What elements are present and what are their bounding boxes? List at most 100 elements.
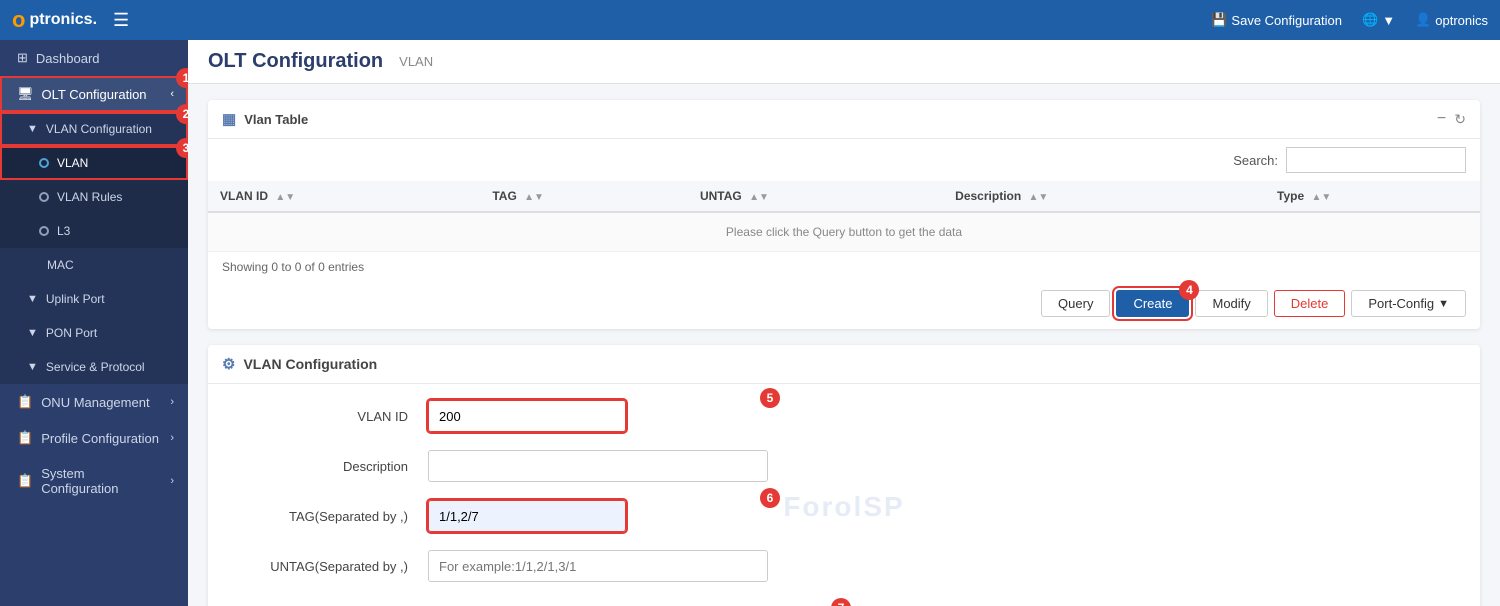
vlan-config-expand-icon: ▼	[27, 123, 38, 135]
sidebar-item-label: Service & Protocol	[46, 360, 145, 374]
entries-info: Showing 0 to 0 of 0 entries	[208, 252, 1480, 282]
logo: o ptronics.	[12, 7, 97, 33]
profile-icon: 📋	[17, 430, 33, 446]
vlan-table: VLAN ID ▲▼ TAG ▲▼ UNTAG ▲▼ Description ▲…	[208, 181, 1480, 252]
description-input[interactable]	[428, 450, 768, 482]
save-config-button[interactable]: 💾 Save Configuration	[1211, 12, 1342, 28]
col-untag[interactable]: UNTAG ▲▼	[688, 181, 943, 212]
col-description[interactable]: Description ▲▼	[943, 181, 1265, 212]
sidebar-item-vlan-config[interactable]: ▼ VLAN Configuration	[0, 112, 188, 146]
card-header-vlan-table: ▦ Vlan Table − ↻	[208, 100, 1480, 139]
sidebar: ⊞ Dashboard 🖥 OLT Configuration ‹ 1 ▼ VL…	[0, 40, 188, 606]
vlan-config-form-title: VLAN Configuration	[243, 356, 377, 372]
modify-button[interactable]: Modify	[1195, 290, 1267, 317]
globe-icon: 🌐	[1362, 12, 1378, 28]
vlan-dot-icon	[39, 158, 49, 168]
sort-icon: ▲▼	[1029, 192, 1049, 203]
no-data-message: Please click the Query button to get the…	[208, 212, 1480, 252]
col-type[interactable]: Type ▲▼	[1265, 181, 1480, 212]
badge-6: 6	[760, 488, 780, 508]
onu-icon: 📋	[17, 394, 33, 410]
card-header-right: − ↻	[1437, 110, 1466, 128]
sidebar-item-label: PON Port	[46, 326, 97, 340]
sidebar-item-pon-port[interactable]: ▼ PON Port	[0, 316, 188, 350]
vlan-config-icon: ⚙	[222, 355, 235, 373]
sidebar-item-label: VLAN	[57, 156, 88, 170]
sidebar-item-label: MAC	[47, 258, 74, 272]
globe-arrow: ▼	[1382, 13, 1395, 28]
sidebar-item-label: Uplink Port	[46, 292, 105, 306]
sidebar-item-olt-config[interactable]: 🖥 OLT Configuration ‹	[0, 76, 188, 112]
sidebar-item-l3[interactable]: L3	[0, 214, 188, 248]
sidebar-item-vlan-rules[interactable]: VLAN Rules	[0, 180, 188, 214]
sidebar-item-service-protocol[interactable]: ▼ Service & Protocol	[0, 350, 188, 384]
form-row-tag: TAG(Separated by ,) 6	[228, 500, 1460, 532]
menu-toggle-icon[interactable]: ☰	[113, 10, 129, 31]
badge-7: 7	[831, 598, 851, 606]
l3-dot-icon	[39, 226, 49, 236]
port-config-dropdown-icon: ▼	[1438, 298, 1449, 310]
vlan-table-card: ▦ Vlan Table − ↻ Search:	[208, 100, 1480, 329]
sidebar-item-uplink-port[interactable]: ▼ Uplink Port	[0, 282, 188, 316]
sidebar-item-label: VLAN Configuration	[46, 122, 152, 136]
no-data-row: Please click the Query button to get the…	[208, 212, 1480, 252]
sidebar-item-pon-wrapper: ▼ PON Port	[0, 316, 188, 350]
vlan-rules-dot-icon	[39, 192, 49, 202]
sidebar-item-label: Dashboard	[36, 51, 100, 66]
sidebar-item-label: VLAN Rules	[57, 190, 122, 204]
uplink-expand-icon: ▼	[27, 293, 38, 305]
form-row-vlan-id: VLAN ID 5	[228, 400, 1460, 432]
system-icon: 📋	[17, 473, 33, 489]
page-title: OLT Configuration	[208, 50, 383, 73]
refresh-button[interactable]: ↻	[1454, 110, 1466, 128]
pon-expand-icon: ▼	[27, 327, 38, 339]
sidebar-item-label: L3	[57, 224, 70, 238]
service-expand-icon: ▼	[27, 361, 38, 373]
untag-input[interactable]	[428, 550, 768, 582]
page-subtitle: VLAN	[399, 54, 433, 69]
globe-button[interactable]: 🌐 ▼	[1362, 12, 1395, 28]
search-input[interactable]	[1286, 147, 1466, 173]
navbar: o ptronics. ☰ 💾 Save Configuration 🌐 ▼ 👤…	[0, 0, 1500, 40]
page-header: OLT Configuration VLAN	[188, 40, 1500, 84]
sidebar-item-system-config[interactable]: 📋 System Configuration ›	[0, 456, 188, 506]
sidebar-item-mac[interactable]: MAC	[0, 248, 188, 282]
sidebar-item-onu-management[interactable]: 📋 ONU Management ›	[0, 384, 188, 420]
logo-text: ptronics.	[29, 11, 97, 29]
navbar-right: 💾 Save Configuration 🌐 ▼ 👤 optronics	[1211, 12, 1488, 28]
delete-button[interactable]: Delete	[1274, 290, 1346, 317]
sidebar-item-profile-config[interactable]: 📋 Profile Configuration ›	[0, 420, 188, 456]
vlan-config-form-body: VLAN ID 5 Description TAG(Separated by ,	[208, 384, 1480, 606]
card-header-left: ▦ Vlan Table	[222, 110, 308, 128]
create-button[interactable]: Create	[1116, 290, 1189, 317]
navbar-left: o ptronics. ☰	[12, 7, 129, 33]
sidebar-item-uplink-wrapper: ▼ Uplink Port	[0, 282, 188, 316]
sort-icon: ▲▼	[1311, 192, 1331, 203]
content-body: ▦ Vlan Table − ↻ Search:	[188, 84, 1500, 606]
olt-collapse-icon: ‹	[170, 88, 174, 100]
sidebar-item-vlan[interactable]: VLAN	[0, 146, 188, 180]
save-icon: 💾	[1211, 12, 1227, 28]
tag-label: TAG(Separated by ,)	[228, 509, 428, 524]
search-label: Search:	[1233, 153, 1278, 168]
sidebar-item-label: Profile Configuration	[41, 431, 159, 446]
sidebar-item-label: OLT Configuration	[42, 87, 147, 102]
olt-icon: 🖥	[17, 86, 34, 102]
minimize-button[interactable]: −	[1437, 110, 1446, 128]
vlan-id-input[interactable]	[428, 400, 626, 432]
sidebar-item-vlan-rules-wrapper: VLAN Rules	[0, 180, 188, 214]
col-tag[interactable]: TAG ▲▼	[480, 181, 688, 212]
col-vlan-id[interactable]: VLAN ID ▲▼	[208, 181, 480, 212]
vlan-id-label: VLAN ID	[228, 409, 428, 424]
port-config-label: Port-Config	[1368, 296, 1434, 311]
port-config-button[interactable]: Port-Config ▼	[1351, 290, 1466, 317]
sidebar-item-dashboard[interactable]: ⊞ Dashboard	[0, 40, 188, 76]
content-area: OLT Configuration VLAN ▦ Vlan Table − ↻	[188, 40, 1500, 606]
sidebar-item-label: ONU Management	[41, 395, 149, 410]
vlan-config-form-header: ⚙ VLAN Configuration	[208, 345, 1480, 384]
user-label: optronics	[1435, 13, 1488, 28]
user-button[interactable]: 👤 optronics	[1415, 12, 1488, 28]
profile-arrow-icon: ›	[170, 432, 174, 444]
query-button[interactable]: Query	[1041, 290, 1110, 317]
tag-input[interactable]	[428, 500, 626, 532]
